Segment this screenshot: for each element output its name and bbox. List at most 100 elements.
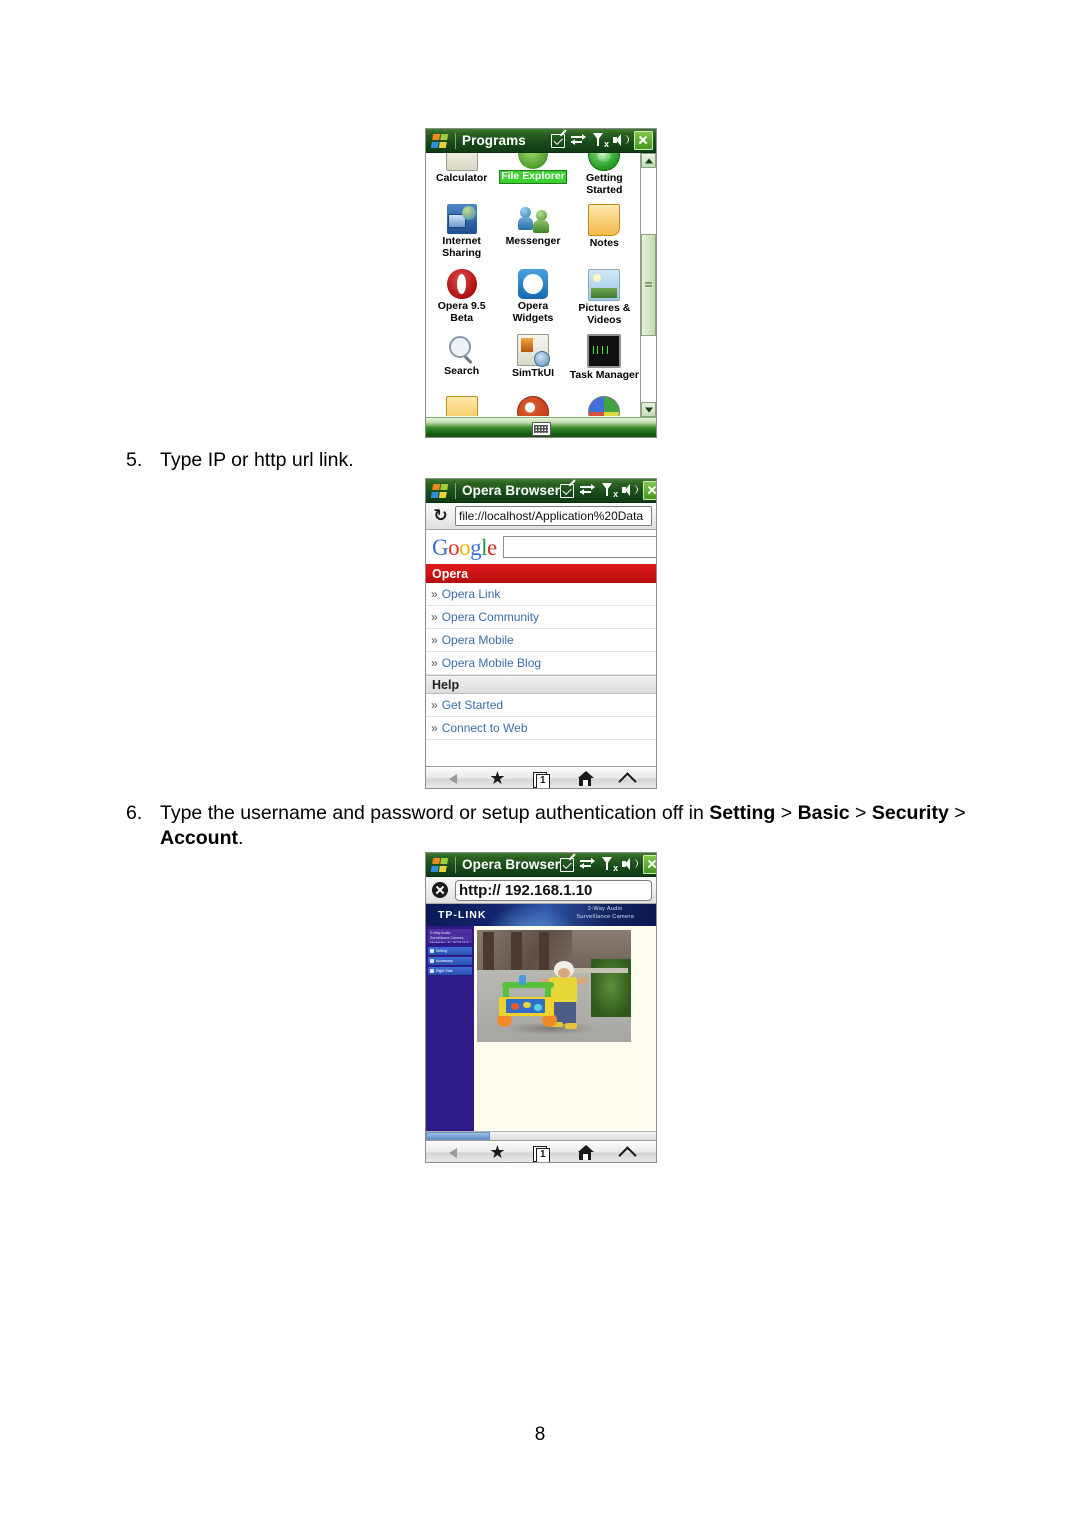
camera-main-area xyxy=(474,926,656,1132)
title-bar-icons: x xyxy=(560,481,656,500)
close-icon[interactable] xyxy=(643,481,656,500)
pictures-videos-icon xyxy=(588,269,621,301)
scrollbar-thumb[interactable] xyxy=(426,1132,491,1140)
program-item-opera-widgets[interactable]: Opera Widgets xyxy=(497,266,568,331)
bookmarks-star-icon[interactable]: ★ xyxy=(486,1143,508,1162)
page-number: 8 xyxy=(534,1424,546,1445)
programs-screenshot: Programs x Calculator File Explorer Gett… xyxy=(425,128,657,438)
opera-bottom-toolbar: ★ 1 xyxy=(426,1140,656,1162)
tabs-icon[interactable]: 1 xyxy=(530,1144,552,1162)
connectivity-icon[interactable] xyxy=(580,483,596,498)
program-item-opera[interactable]: Opera 9.5 Beta xyxy=(426,266,497,331)
step-6: 6. Type the username and password or set… xyxy=(126,801,986,851)
edit-icon[interactable] xyxy=(560,483,575,498)
program-label: Pictures & Videos xyxy=(578,302,631,326)
edit-icon[interactable] xyxy=(551,133,565,148)
link-opera-community[interactable]: » Opera Community xyxy=(426,606,656,629)
step-lead: Type the username and password or setup … xyxy=(160,802,710,824)
tabs-icon[interactable]: 1 xyxy=(530,770,552,788)
program-label: Task Manager xyxy=(569,369,639,381)
link-label: Opera Mobile xyxy=(441,633,514,647)
program-item-simtkui[interactable]: SimTkUI xyxy=(497,331,568,396)
home-icon[interactable] xyxy=(574,770,596,788)
home-icon[interactable] xyxy=(574,1144,596,1162)
scroll-down-button[interactable] xyxy=(641,402,656,417)
window-title: Opera Browser xyxy=(462,857,561,872)
scrollbar-thumb[interactable] xyxy=(641,233,656,337)
scroll-up-button[interactable] xyxy=(641,153,656,168)
program-item-messenger[interactable]: Messenger xyxy=(497,201,568,266)
signal-off-icon[interactable]: x xyxy=(601,857,618,873)
link-connect-to-web[interactable]: » Connect to Web xyxy=(426,717,656,740)
program-item-pictures-videos[interactable]: Pictures & Videos xyxy=(569,266,640,331)
url-input[interactable]: file://localhost/Application%20Data xyxy=(455,506,652,526)
link-opera-mobile-blog[interactable]: » Opera Mobile Blog xyxy=(426,652,656,675)
back-icon[interactable] xyxy=(443,770,465,788)
horizontal-scrollbar[interactable] xyxy=(426,1131,656,1140)
program-item-file-explorer[interactable]: File Explorer xyxy=(497,153,568,201)
vertical-scrollbar[interactable] xyxy=(640,153,656,417)
chevron-up-icon[interactable] xyxy=(617,770,639,788)
chevron-right-icon: » xyxy=(431,721,438,735)
start-menu-icon[interactable] xyxy=(429,855,451,875)
program-item-internet-sharing[interactable]: Internet Sharing xyxy=(426,201,497,266)
start-menu-icon[interactable] xyxy=(429,481,451,501)
step-bold-basic: Basic xyxy=(797,802,850,824)
step-sep: > xyxy=(948,802,966,824)
google-search-input[interactable] xyxy=(502,536,656,558)
program-label: SimTkUI xyxy=(511,367,554,379)
speaker-icon[interactable] xyxy=(613,133,629,148)
opera-bottom-toolbar: ★ 1 xyxy=(426,766,656,788)
keyboard-icon[interactable] xyxy=(531,421,551,436)
url-input[interactable]: http:// 192.168.1.10 xyxy=(455,879,652,901)
chevron-right-icon: » xyxy=(431,633,438,647)
program-label: Internet Sharing xyxy=(442,235,482,259)
close-icon[interactable] xyxy=(634,131,653,150)
camera-menu-item-right-side[interactable]: Right Side xyxy=(428,967,472,975)
link-opera-link[interactable]: » Opera Link xyxy=(426,583,656,606)
bookmarks-star-icon[interactable]: ★ xyxy=(486,769,508,788)
program-item-search[interactable]: Search xyxy=(426,331,497,396)
signal-off-icon[interactable]: x xyxy=(592,133,609,149)
speaker-icon[interactable] xyxy=(622,483,639,498)
title-bar-icons: x xyxy=(560,855,656,874)
tplink-logo: TP-LINK xyxy=(438,909,487,921)
edit-icon[interactable] xyxy=(560,857,575,872)
programs-row: Internet Sharing Messenger Notes xyxy=(426,201,640,266)
link-get-started[interactable]: » Get Started xyxy=(426,694,656,717)
program-item-task-manager[interactable]: Task Manager xyxy=(569,331,640,396)
chevron-up-icon[interactable] xyxy=(617,1144,639,1162)
step-number: 5. xyxy=(126,449,143,471)
back-icon[interactable] xyxy=(443,1144,465,1162)
step-sep: > xyxy=(775,802,798,824)
close-icon[interactable] xyxy=(643,855,656,874)
scrollbar-track[interactable] xyxy=(641,168,656,402)
programs-row: Calculator File Explorer Getting Started xyxy=(426,153,640,201)
tplink-banner: TP-LINK 2-Way Audio Surveillance Camera xyxy=(426,904,656,926)
program-label: Opera Widgets xyxy=(512,300,554,324)
start-menu-icon[interactable] xyxy=(429,131,451,151)
opera-title-bar: Opera Browser x xyxy=(426,479,656,503)
program-item-getting-started[interactable]: Getting Started xyxy=(569,153,640,201)
pie-icon xyxy=(588,396,621,416)
program-item-partial[interactable] xyxy=(497,396,568,416)
program-item-partial[interactable] xyxy=(426,396,497,416)
connectivity-icon[interactable] xyxy=(571,133,586,148)
program-item-partial[interactable] xyxy=(569,396,640,416)
stop-icon[interactable] xyxy=(430,880,451,901)
reload-icon[interactable]: ↻ xyxy=(430,506,451,527)
signal-off-icon[interactable]: x xyxy=(601,483,618,499)
disc-icon xyxy=(516,396,549,416)
program-item-calculator[interactable]: Calculator xyxy=(426,153,497,201)
title-separator xyxy=(455,132,456,149)
programs-row-partial xyxy=(426,396,640,416)
connectivity-icon[interactable] xyxy=(580,857,596,872)
link-label: Opera Community xyxy=(441,610,540,624)
speaker-icon[interactable] xyxy=(622,857,639,872)
program-item-notes[interactable]: Notes xyxy=(569,201,640,266)
camera-menu-item-setting[interactable]: Setting xyxy=(428,947,472,955)
programs-icon-grid: Calculator File Explorer Getting Started xyxy=(426,153,640,417)
camera-menu-item-accessory[interactable]: Accessory xyxy=(428,957,472,965)
section-heading-help: Help xyxy=(426,675,656,694)
link-opera-mobile[interactable]: » Opera Mobile xyxy=(426,629,656,652)
